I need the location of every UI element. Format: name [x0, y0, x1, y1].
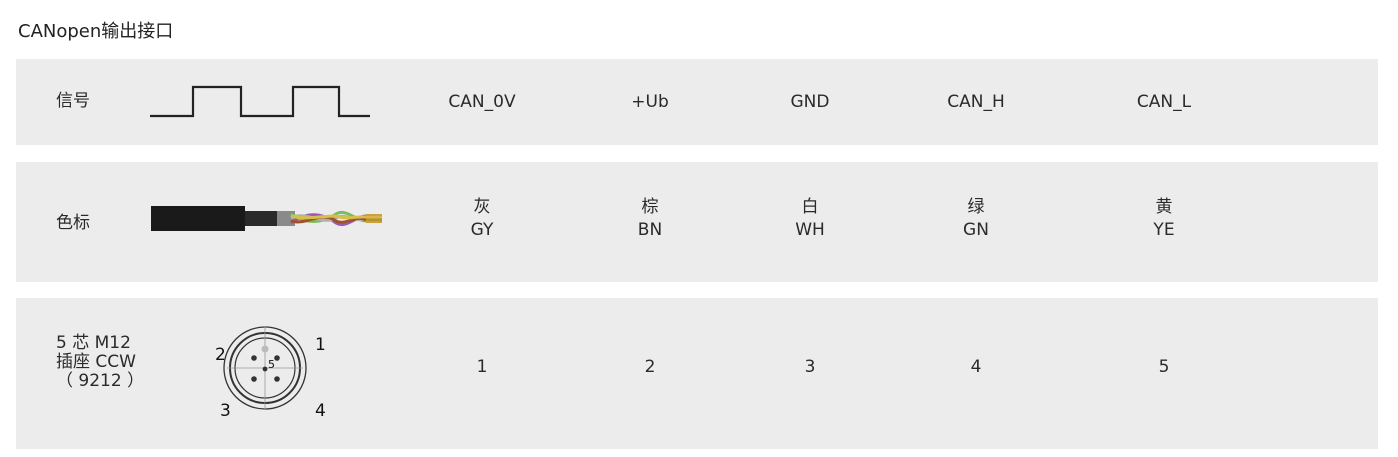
color-row: 色标 灰 GY 棕 BN 白 WH 绿 GN 黄 YE	[16, 162, 1378, 282]
signal-can-l: CAN_L	[1136, 92, 1192, 112]
color-gray: 灰 GY	[471, 196, 494, 242]
connector-pin-4: 4	[315, 401, 326, 418]
connector-pin-3: 3	[220, 401, 231, 418]
signal-gnd: GND	[790, 92, 830, 112]
pin-1: 1	[476, 357, 488, 377]
connector-pin-1: 1	[315, 335, 326, 355]
connector-pin-5: 5	[268, 358, 275, 371]
color-green-cn: 绿	[967, 197, 985, 217]
color-gray-cn: 灰	[473, 197, 491, 217]
signal-label: 信号	[56, 91, 90, 111]
page-title: CANopen输出接口	[18, 21, 174, 42]
signal-can-h: CAN_H	[947, 92, 1005, 112]
color-green: 绿 GN	[963, 196, 989, 242]
color-white-code: WH	[795, 220, 825, 240]
color-brown-code: BN	[637, 220, 663, 240]
pin-4: 4	[970, 357, 982, 377]
signal-can-0v: CAN_0V	[448, 92, 516, 112]
m12-connector-icon: 1 2 3 4 5	[216, 326, 326, 418]
color-white: 白 WH	[795, 196, 825, 242]
color-white-cn: 白	[801, 197, 819, 217]
square-wave-icon	[150, 85, 370, 118]
pin-label-line2: 插座 CCW	[56, 352, 136, 372]
color-brown: 棕 BN	[638, 196, 662, 242]
signal-row: 信号 CAN_0V +Ub GND CAN_H CAN_L	[16, 59, 1378, 145]
color-gray-code: GY	[470, 220, 494, 240]
color-brown-cn: 棕	[641, 197, 659, 217]
connector-pin-2: 2	[216, 345, 226, 365]
pin-label-line3: （ 9212 ）	[56, 371, 145, 391]
pin-label: 5 芯 M12 插座 CCW （ 9212 ）	[56, 334, 144, 391]
pin-2: 2	[644, 357, 656, 377]
pin-3: 3	[804, 357, 816, 377]
signal-ub: +Ub	[631, 92, 669, 112]
cable-icon	[151, 206, 382, 231]
color-yellow-cn: 黄	[1155, 197, 1173, 217]
pin-5: 5	[1158, 357, 1170, 377]
color-yellow: 黄 YE	[1153, 196, 1174, 242]
color-green-code: GN	[963, 220, 989, 240]
pin-label-line1: 5 芯 M12	[56, 333, 131, 353]
color-yellow-code: YE	[1153, 220, 1175, 240]
pin-row: 5 芯 M12 插座 CCW （ 9212 ） 1 2 3 4 5 1 2 3 …	[16, 298, 1378, 449]
color-label: 色标	[56, 213, 90, 233]
